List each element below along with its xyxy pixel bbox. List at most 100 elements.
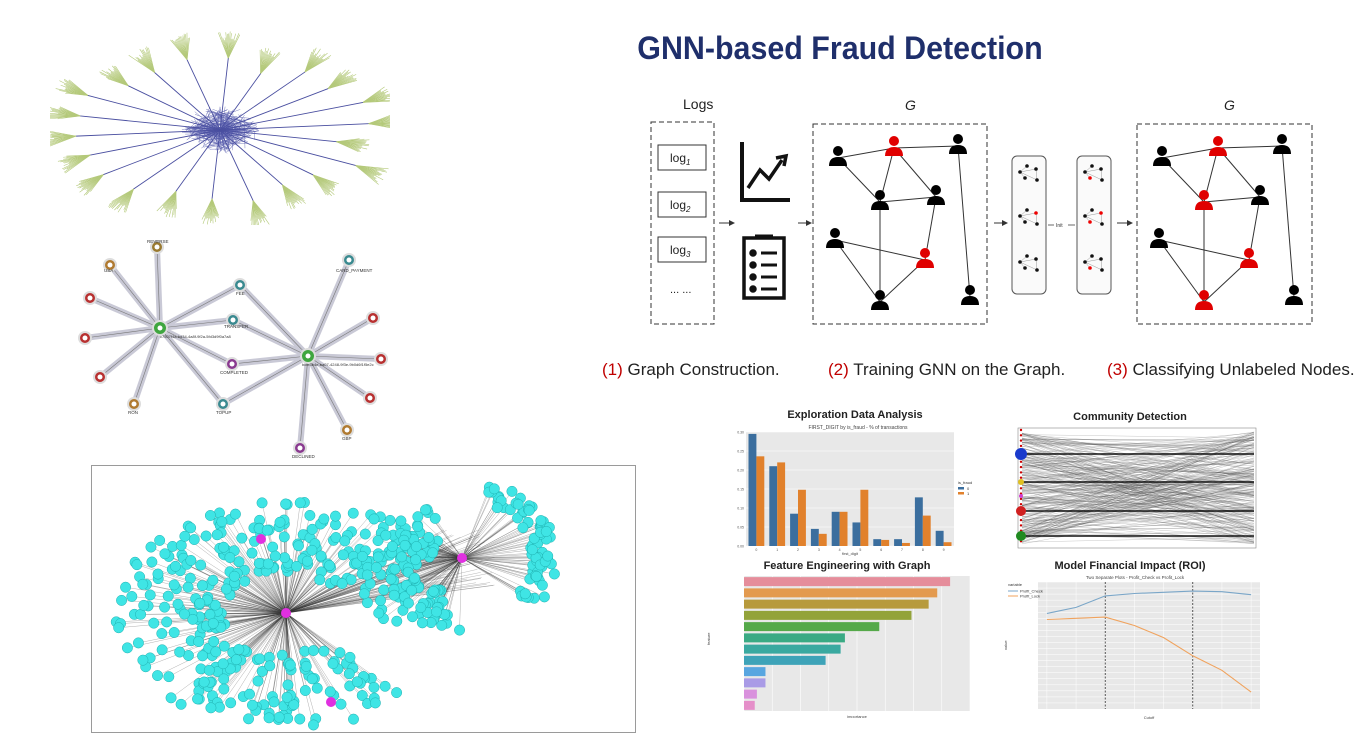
roi-legend-title: variable	[1008, 582, 1023, 587]
slide-title: GNN-based Fraud Detection	[637, 30, 1043, 66]
eda-bar	[769, 466, 778, 546]
step-1-number: (1)	[602, 360, 623, 379]
kg-label-transfer: TRANSFER	[224, 324, 249, 329]
eda-xtick: 2	[797, 548, 799, 552]
feature-ylabel: feature	[706, 632, 711, 645]
log-3-label: log3	[670, 243, 691, 259]
kg-label-topup: TOPUP	[216, 410, 231, 415]
feature-title: Feature Engineering with Graph	[763, 560, 931, 572]
eda-bar	[873, 539, 882, 546]
eda-xtick: 4	[839, 548, 841, 552]
log-1-label: log1	[670, 151, 690, 167]
eda-bar	[831, 511, 840, 546]
eda-ytick: 0.25	[737, 450, 744, 454]
eda-ytick: 0.30	[737, 431, 744, 435]
roi-line-chart: Two Separate Plots - Profit_Check vs Pro…	[1003, 575, 1260, 720]
eda-bar	[902, 542, 910, 546]
feature-bar	[744, 678, 766, 688]
graph-label-left: G	[905, 97, 916, 113]
roi-subtitle: Two Separate Plots - Profit_Check vs Pro…	[1086, 575, 1185, 580]
eda-bar	[798, 489, 806, 546]
feature-bar	[744, 633, 845, 643]
eda-bar	[914, 497, 923, 546]
kg-label-declined: DECLINED	[292, 454, 316, 459]
eda-bar	[818, 533, 827, 546]
feature-bar	[744, 700, 755, 710]
eda-bar	[777, 462, 786, 546]
roi-legend-1: Profit_Lock	[1020, 594, 1040, 599]
gnn-pipeline-diagram: Logs log1 log2 log3 ... ... G Init G	[650, 96, 1313, 325]
kg-label-ron: RON	[128, 410, 138, 415]
step-3-caption: (3) Classifying Unlabeled Nodes.	[1107, 360, 1355, 380]
kg-edges	[82, 244, 384, 451]
eda-bar	[935, 530, 944, 546]
eda-title: Exploration Data Analysis	[787, 409, 923, 421]
community-detection-chart	[1015, 427, 1257, 549]
eda-ytick: 0.15	[737, 488, 744, 492]
graph-label-right: G	[1224, 97, 1235, 113]
eda-bar	[881, 539, 890, 546]
feature-bar	[744, 689, 757, 699]
eda-xtick: 1	[776, 548, 778, 552]
trend-chart-icon	[740, 142, 790, 202]
roi-ylabel: value	[1003, 640, 1008, 650]
eda-bar	[756, 456, 765, 546]
feature-bar	[744, 622, 880, 632]
feature-bar	[744, 655, 826, 665]
eda-xtick: 3	[818, 548, 820, 552]
feature-xlabel: importance	[847, 714, 868, 718]
eda-ytick: 0.05	[737, 526, 744, 530]
feature-bar	[744, 610, 912, 620]
kg-center-label-a: c7507f4a-bd34-4a8f-9f2a-5fd3d9f0a7a8	[160, 334, 232, 339]
kg-center-label-b: bcfe3b4e-ba07-4248-9f3e-9b0d6f1f5e2c	[302, 362, 374, 367]
eda-xtick: 5	[859, 548, 861, 552]
roi-xlabel: Cutoff	[1144, 715, 1155, 720]
gnn-layers: Init	[1011, 155, 1112, 295]
logs-heading: Logs	[683, 96, 713, 112]
kg-label-gbp: GBP	[342, 436, 352, 441]
fan-network-graph	[50, 31, 390, 225]
eda-ytick: 0.10	[737, 507, 744, 511]
feature-importance-chart: feature importance	[706, 576, 971, 718]
eda-bar	[790, 513, 798, 546]
eda-bar	[894, 539, 902, 546]
kg-label-fee: FEE	[236, 291, 245, 296]
kg-label-card-payment: CARD_PAYMENT	[336, 268, 373, 273]
step-3-number: (3)	[1107, 360, 1128, 379]
user-graph-right	[1150, 134, 1303, 310]
eda-xtick: 6	[880, 548, 882, 552]
eda-subtitle: FIRST_DIGIT by is_fraud - % of transacti…	[808, 425, 908, 431]
kg-label-completed: COMPLETED	[220, 370, 249, 375]
community-title: Community Detection	[1073, 411, 1187, 423]
roi-title: Model Financial Impact (ROI)	[1054, 560, 1206, 572]
eda-xtick: 8	[922, 548, 924, 552]
eda-legend-title: is_fraud	[958, 480, 972, 485]
eda-ytick: 0.00	[737, 545, 744, 549]
eda-xtick: 7	[901, 548, 903, 552]
feature-bar	[744, 599, 929, 609]
eda-legend-1: 1	[967, 491, 970, 496]
step-2-caption: (2) Training GNN on the Graph.	[828, 360, 1065, 380]
eda-ytick: 0.20	[737, 469, 744, 473]
feature-bar	[744, 588, 938, 598]
log-2-label: log2	[670, 198, 691, 214]
eda-bar	[839, 511, 848, 546]
eda-xlabel: first_digit	[842, 551, 859, 556]
step-2-number: (2)	[828, 360, 849, 379]
eda-bar	[943, 542, 952, 546]
eda-bar	[810, 528, 819, 546]
feature-bar	[744, 667, 766, 677]
logs-more: ... ...	[670, 284, 691, 296]
step-3-text: Classifying Unlabeled Nodes.	[1127, 360, 1355, 379]
step-2-text: Training GNN on the Graph.	[848, 360, 1066, 379]
user-graph-left	[826, 134, 979, 310]
eda-bar-chart: FIRST_DIGIT by is_fraud - % of transacti…	[737, 425, 972, 556]
kg-label-usa: USA	[104, 268, 113, 273]
feature-bar	[744, 644, 841, 654]
eda-bar	[860, 489, 869, 546]
model-label: Init	[1056, 223, 1063, 229]
feature-bar	[744, 577, 951, 587]
checklist-icon	[742, 234, 786, 300]
eda-xtick: 0	[755, 548, 757, 552]
step-1-text: Graph Construction.	[622, 360, 780, 379]
